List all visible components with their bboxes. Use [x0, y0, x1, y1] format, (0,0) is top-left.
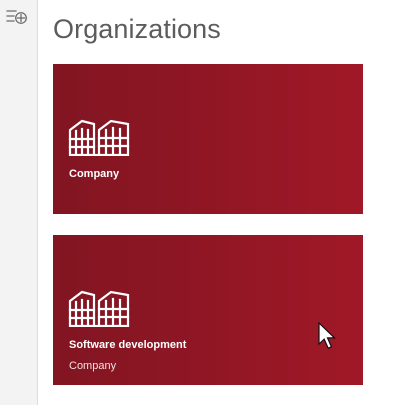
app-window: Organizations Company Software developme… — [0, 0, 401, 405]
buildings-icon — [68, 290, 130, 327]
main-content: Organizations Company Software developme… — [38, 0, 401, 405]
page-title: Organizations — [53, 14, 221, 44]
organization-tile-company[interactable]: Company — [53, 64, 363, 214]
tile-title: Software development — [69, 339, 187, 351]
left-navigation-rail — [0, 0, 38, 405]
buildings-icon — [68, 119, 130, 156]
tile-title: Company — [69, 168, 120, 180]
organization-tile-software-development[interactable]: Software development Company — [53, 235, 363, 385]
tile-subtitle: Company — [69, 360, 117, 372]
navigation-pane-icon[interactable] — [5, 7, 29, 27]
